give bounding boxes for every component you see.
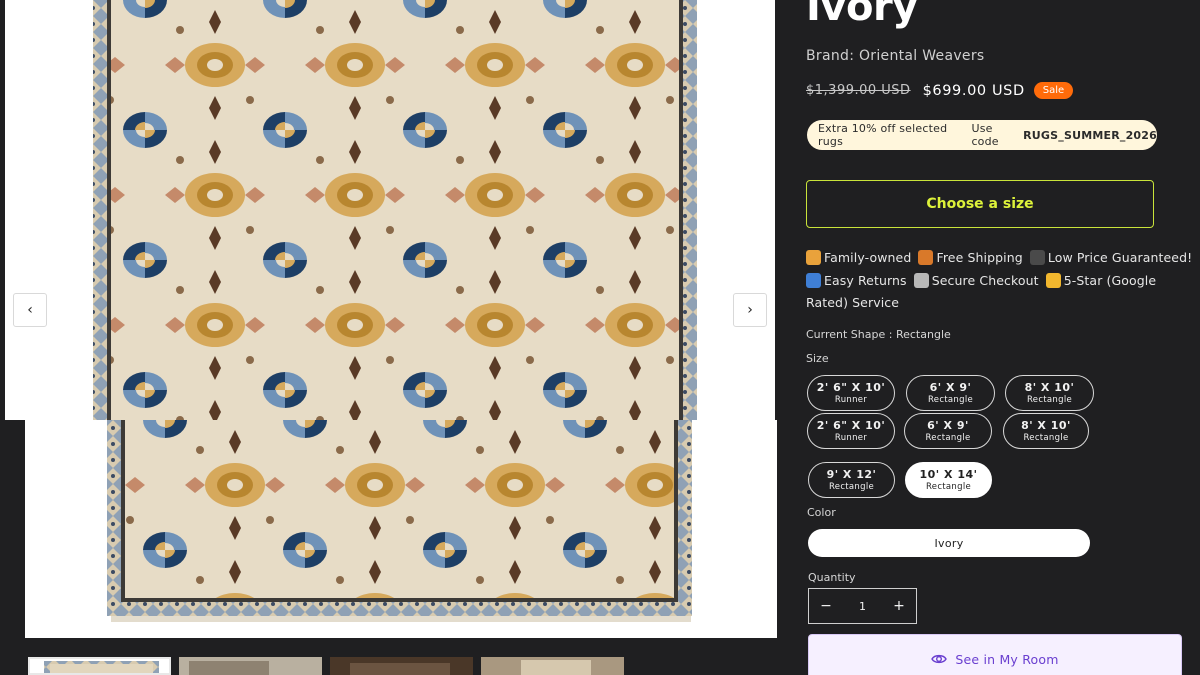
color-option-selected[interactable]: Ivory — [808, 529, 1090, 557]
rug-image — [5, 0, 775, 420]
price-sale: $699.00 USD — [922, 82, 1025, 99]
color-label: Color — [807, 506, 836, 519]
quantity-increase-button[interactable]: + — [882, 589, 916, 623]
thumbnail-strip — [28, 657, 628, 675]
chevron-right-icon: › — [747, 302, 753, 318]
rug-fringe — [111, 616, 691, 622]
thumbnail-3[interactable] — [330, 657, 473, 675]
family-icon — [806, 250, 821, 265]
current-shape: Current Shape : Rectangle — [806, 328, 951, 341]
sale-badge: Sale — [1033, 82, 1074, 99]
price-row: $1,399.00 USD $699.00 USD Sale — [806, 82, 1074, 99]
gallery-next-button[interactable]: › — [733, 293, 767, 327]
thumbnail-4[interactable] — [481, 657, 624, 675]
trust-badge-family: Family-owned — [806, 250, 911, 265]
thumbnail-2[interactable] — [179, 657, 322, 675]
size-option[interactable]: 6' X 9' Rectangle — [906, 375, 995, 411]
see-in-my-room-button[interactable]: See in My Room — [808, 634, 1182, 675]
trust-badge-returns: Easy Returns — [806, 272, 907, 288]
size-option[interactable]: 2' 6" X 10' Runner — [807, 413, 895, 449]
size-option[interactable]: 8' X 10' Rectangle — [1005, 375, 1094, 411]
see-in-my-room-label: See in My Room — [955, 651, 1059, 667]
product-brand: Brand: Oriental Weavers — [806, 48, 985, 64]
thumbnail-image — [481, 657, 624, 675]
thumbnail-image — [30, 659, 169, 673]
trust-badge-shipping: Free Shipping — [915, 250, 1023, 265]
product-image-secondary[interactable] — [25, 420, 777, 638]
trust-badge-price: Low Price Guaranteed! — [1027, 250, 1192, 265]
quantity-input[interactable]: 1 — [848, 600, 878, 613]
dollar-icon — [1029, 250, 1045, 265]
size-option[interactable]: 9' X 12' Rectangle — [808, 462, 895, 498]
product-page: ‹ › Ivory Brand: Oriental Weavers $1,399… — [0, 0, 1200, 675]
trust-badge-secure: Secure Checkout — [911, 272, 1039, 288]
promo-text: Extra 10% off selected rugs — [818, 122, 948, 148]
eye-icon — [931, 654, 948, 664]
star-icon — [1045, 272, 1061, 288]
thumbnail-image — [179, 657, 322, 675]
shield-icon — [913, 272, 929, 288]
quantity-label: Quantity — [808, 571, 856, 584]
size-option[interactable]: 8' X 10' Rectangle — [1003, 413, 1089, 449]
return-icon — [806, 272, 821, 288]
promo-banner: Extra 10% off selected rugs Use code RUG… — [807, 120, 1157, 150]
size-option[interactable]: 2' 6" X 10' Runner — [807, 375, 895, 411]
product-image-main[interactable] — [5, 0, 775, 420]
size-label: Size — [806, 352, 829, 365]
promo-code-prefix: Use code — [971, 122, 999, 148]
quantity-decrease-button[interactable]: − — [809, 589, 843, 623]
chevron-left-icon: ‹ — [27, 302, 33, 318]
quantity-stepper: − 1 + — [808, 588, 917, 624]
product-info: Ivory Brand: Oriental Weavers $1,399.00 … — [806, 0, 1200, 675]
product-title: Ivory — [806, 0, 918, 30]
gallery-prev-button[interactable]: ‹ — [13, 293, 47, 327]
thumbnail-1[interactable] — [28, 657, 171, 675]
price-original: $1,399.00 USD — [806, 83, 911, 98]
trust-badges: Family-owned Free Shipping Low Price Gua… — [806, 247, 1198, 315]
thumbnail-image — [330, 657, 473, 675]
promo-code: RUGS_SUMMER_2026 — [1023, 128, 1157, 142]
rug-image-bottom — [25, 420, 777, 638]
truck-icon — [918, 250, 934, 265]
choose-size-button[interactable]: Choose a size — [806, 180, 1154, 228]
size-option[interactable]: 6' X 9' Rectangle — [904, 413, 992, 449]
size-option-selected[interactable]: 10' X 14' Rectangle — [905, 462, 992, 498]
